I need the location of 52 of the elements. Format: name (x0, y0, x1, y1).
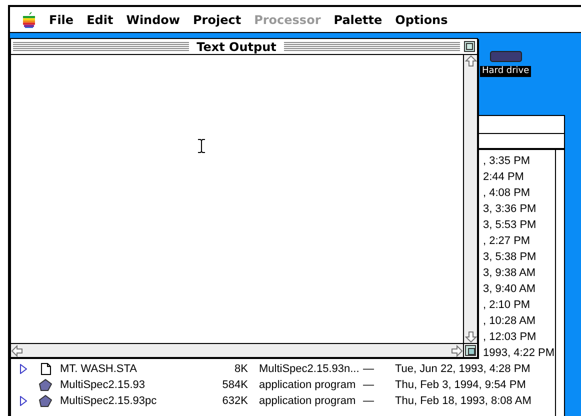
application-icon (39, 379, 52, 391)
file-size-text: 632K (222, 396, 248, 406)
menu-item[interactable]: Palette (334, 10, 382, 28)
date-modified-text: , 4:08 PM (483, 188, 530, 198)
file-kind-text: MultiSpec2.15.93n... (259, 362, 360, 374)
menu-item[interactable]: Window (126, 10, 180, 28)
icon-label: Hard drive (480, 66, 532, 77)
hard-drive-icon[interactable] (490, 51, 522, 62)
horizontal-scrollbar[interactable] (11, 344, 463, 357)
file-name-text[interactable]: MultiSpec2.15.93 (60, 378, 145, 390)
file-label-text: — (363, 378, 374, 390)
application-icon (39, 395, 52, 407)
text-cursor-icon (198, 139, 205, 153)
scroll-down-arrow-icon[interactable] (464, 331, 476, 343)
disclosure-triangle-icon[interactable] (20, 396, 26, 406)
menu-item[interactable]: Options (395, 10, 448, 28)
scroll-up-arrow-icon[interactable] (464, 55, 476, 67)
menu-item[interactable]: Edit (86, 10, 114, 28)
scroll-left-arrow-icon[interactable] (11, 344, 23, 356)
date-modified-text: 3, 5:53 PM (483, 220, 536, 230)
date-modified-text: , 3:35 PM (483, 156, 530, 166)
date-modified-text: , 12:03 PM (483, 332, 536, 342)
file-size-text: 584K (222, 380, 248, 390)
file-kind-text: application program (259, 394, 356, 406)
date-modified-text: Thu, Feb 18, 1993, 8:08 AM (395, 396, 532, 406)
file-name-text[interactable]: MultiSpec2.15.93pc (60, 394, 157, 406)
date-modified-text: 3, 9:40 AM (483, 284, 536, 294)
vertical-scrollbar[interactable] (463, 55, 477, 343)
file-label-text: — (363, 362, 374, 374)
date-modified-text: 3, 5:38 PM (483, 252, 536, 262)
file-name-text[interactable]: MT. WASH.STA (60, 362, 137, 374)
file-kind-text: application program (259, 378, 356, 390)
date-modified-text: Thu, Feb 3, 1994, 9:54 PM (395, 380, 526, 390)
disclosure-triangle-icon[interactable] (20, 364, 26, 374)
date-modified-text: , 2:27 PM (483, 236, 530, 246)
file-size-text: 8K (234, 364, 248, 374)
apple-logo-icon[interactable] (22, 12, 36, 28)
zoom-box-icon[interactable] (464, 41, 476, 52)
window-title: Text Output (196, 40, 278, 52)
date-modified-text: Tue, Jun 22, 1993, 4:28 PM (395, 364, 530, 374)
date-modified-text: 3, 3:36 PM (483, 204, 536, 214)
date-modified-text: 2:44 PM (483, 172, 524, 182)
menu-item[interactable]: Project (193, 10, 242, 28)
file-label-text: — (363, 394, 374, 406)
document-icon (40, 363, 50, 375)
menu-item[interactable]: File (49, 10, 74, 28)
grow-box-icon[interactable] (465, 345, 476, 356)
date-modified-text: , 2:10 PM (483, 300, 530, 310)
scroll-right-arrow-icon[interactable] (451, 344, 463, 356)
date-modified-text: 1993, 4:22 PM (483, 348, 555, 358)
date-modified-text: 3, 9:38 AM (483, 268, 536, 278)
date-modified-text: , 10:28 AM (483, 316, 536, 326)
